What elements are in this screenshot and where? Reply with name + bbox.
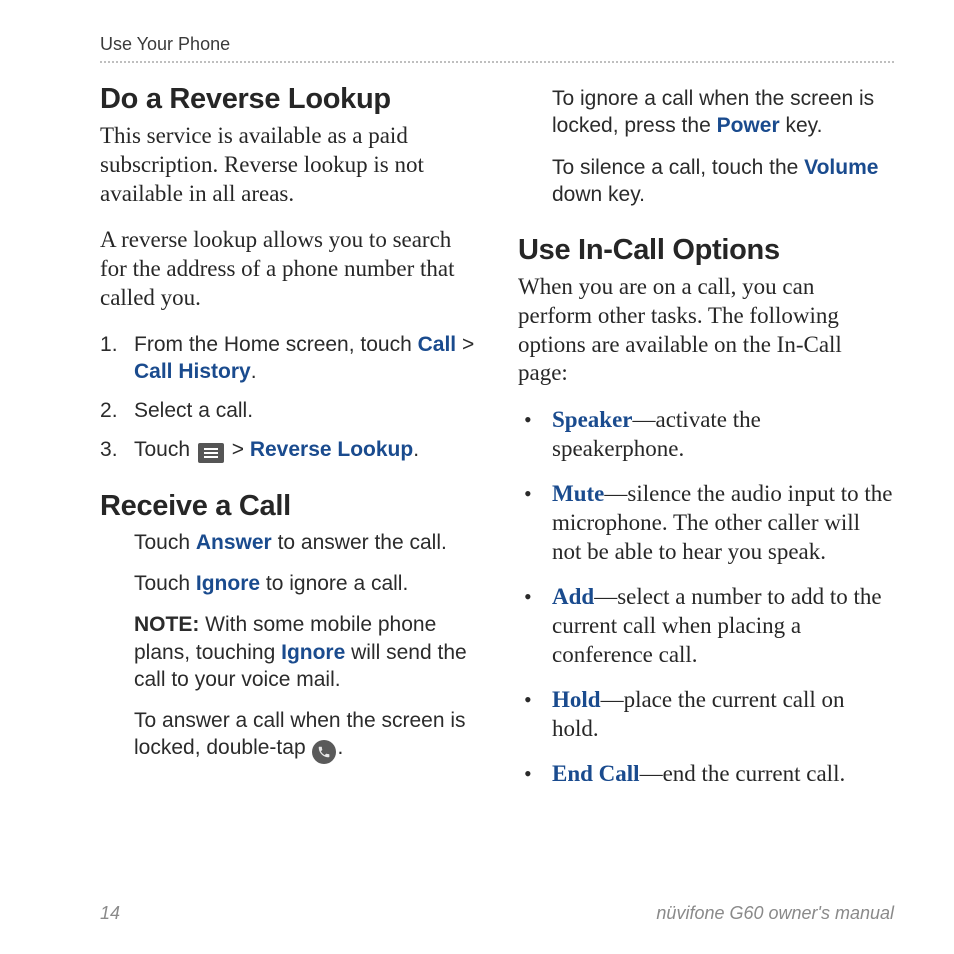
reverse-lookup-para-1: This service is available as a paid subs…: [100, 122, 476, 208]
rp2-b: down key.: [552, 183, 645, 206]
receive-para-1: Touch Answer to answer the call.: [134, 529, 476, 556]
opt-add-val: —select a number to add to the current c…: [552, 584, 882, 667]
receive-para-2: Touch Ignore to ignore a call.: [134, 570, 476, 597]
heading-reverse-lookup: Do a Reverse Lookup: [100, 83, 476, 116]
step-1: From the Home screen, touch Call > Call …: [100, 331, 476, 386]
rp2-a: To silence a call, touch the: [552, 156, 804, 179]
ui-path-call: Call: [418, 333, 457, 356]
content-columns: Do a Reverse Lookup This service is avai…: [100, 81, 894, 805]
opt-end-call-key: End Call: [552, 761, 640, 786]
manual-title: nüvifone G60 owner's manual: [656, 903, 894, 924]
opt-hold-key: Hold: [552, 687, 601, 712]
opt-speaker-key: Speaker: [552, 407, 633, 432]
step-1-end: .: [251, 360, 257, 383]
opt-end-call-val: —end the current call.: [640, 761, 846, 786]
r1-b: to answer the call.: [272, 531, 447, 554]
opt-add-key: Add: [552, 584, 594, 609]
receive-para-4: To answer a call when the screen is lock…: [134, 707, 476, 764]
opt-mute-key: Mute: [552, 481, 604, 506]
step-3-gt: >: [226, 438, 250, 461]
ui-answer: Answer: [196, 531, 272, 554]
step-2: Select a call.: [100, 397, 476, 424]
r2-b: to ignore a call.: [260, 572, 408, 595]
ui-volume: Volume: [804, 156, 878, 179]
r1-a: Touch: [134, 531, 196, 554]
step-3-end: .: [413, 438, 419, 461]
step-1-text-a: From the Home screen, touch: [134, 333, 418, 356]
right-para-2: To silence a call, touch the Volume down…: [552, 154, 894, 209]
option-add: Add—select a number to add to the curren…: [518, 583, 894, 670]
page-footer: 14 nüvifone G60 owner's manual: [100, 903, 894, 924]
option-mute: Mute—silence the audio input to the micr…: [518, 480, 894, 567]
page-number: 14: [100, 903, 120, 924]
phone-icon: [312, 740, 336, 764]
r2-a: Touch: [134, 572, 196, 595]
r4-a: To answer a call when the screen is lock…: [134, 709, 466, 759]
right-column: To ignore a call when the screen is lock…: [518, 81, 894, 805]
rp1-b: key.: [780, 114, 823, 137]
option-end-call: End Call—end the current call.: [518, 760, 894, 789]
heading-receive-call: Receive a Call: [100, 490, 476, 523]
heading-in-call-options: Use In-Call Options: [518, 234, 894, 267]
receive-note: NOTE: With some mobile phone plans, touc…: [134, 611, 476, 693]
opt-mute-val: —silence the audio input to the micropho…: [552, 481, 892, 564]
in-call-options-list: Speaker—activate the speakerphone. Mute—…: [518, 406, 894, 789]
ui-power: Power: [717, 114, 780, 137]
option-speaker: Speaker—activate the speakerphone.: [518, 406, 894, 464]
left-column: Do a Reverse Lookup This service is avai…: [100, 81, 476, 805]
ui-path-call-history: Call History: [134, 360, 251, 383]
note-label: NOTE:: [134, 613, 199, 636]
rp1-a: To ignore a call when the screen is lock…: [552, 87, 874, 137]
step-3-text-a: Touch: [134, 438, 196, 461]
step-1-gt: >: [456, 333, 474, 356]
reverse-lookup-steps: From the Home screen, touch Call > Call …: [100, 331, 476, 464]
r4-b: .: [337, 736, 343, 759]
in-call-intro: When you are on a call, you can perform …: [518, 273, 894, 388]
right-para-1: To ignore a call when the screen is lock…: [552, 85, 894, 140]
ui-path-reverse-lookup: Reverse Lookup: [250, 438, 413, 461]
step-3: Touch > Reverse Lookup.: [100, 436, 476, 463]
ui-ignore: Ignore: [196, 572, 260, 595]
option-hold: Hold—place the current call on hold.: [518, 686, 894, 744]
menu-icon: [198, 443, 224, 463]
section-header: Use Your Phone: [100, 34, 894, 63]
reverse-lookup-para-2: A reverse lookup allows you to search fo…: [100, 226, 476, 312]
ui-ignore-2: Ignore: [281, 641, 345, 664]
